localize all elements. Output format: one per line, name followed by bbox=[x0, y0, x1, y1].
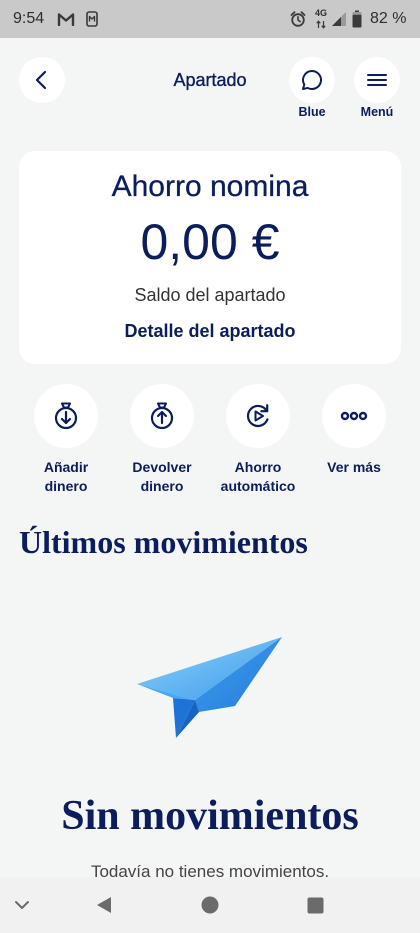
return-money-circle[interactable] bbox=[130, 384, 194, 448]
more-dots-icon bbox=[340, 411, 368, 421]
savings-detail-link[interactable]: Detalle del apartado bbox=[124, 320, 295, 342]
chevron-down-icon bbox=[15, 901, 29, 909]
return-money-label: Devolver dinero bbox=[132, 459, 192, 494]
menu-button[interactable]: Menú bbox=[347, 57, 407, 121]
auto-saving-circle[interactable] bbox=[226, 384, 290, 448]
empty-state-title: Sin movimientos bbox=[61, 793, 359, 839]
signal-icon bbox=[332, 12, 346, 26]
chat-button[interactable]: Blue bbox=[282, 57, 342, 121]
add-money-icon bbox=[54, 402, 78, 430]
alarm-icon bbox=[290, 11, 306, 27]
savings-balance-label: Saldo del apartado bbox=[134, 285, 286, 305]
auto-saving-icon bbox=[246, 404, 269, 428]
return-money-button[interactable]: Devolver dinero bbox=[114, 384, 210, 504]
add-money-button[interactable]: Añadir dinero bbox=[18, 384, 114, 504]
app-notification-icon bbox=[86, 11, 98, 27]
home-icon bbox=[201, 896, 219, 914]
gmail-icon bbox=[57, 13, 75, 26]
system-nav-bar bbox=[0, 877, 420, 933]
hide-keyboard-button[interactable] bbox=[0, 877, 46, 933]
menu-button-circle[interactable] bbox=[354, 57, 400, 103]
system-home-button[interactable] bbox=[186, 877, 234, 933]
app-screen: 9:54 4G 82 % Apartado Blue Menú Ahorro n… bbox=[0, 0, 420, 933]
return-money-icon bbox=[150, 402, 174, 430]
status-time: 9:54 bbox=[13, 10, 45, 27]
paper-plane-illustration bbox=[137, 637, 282, 738]
status-bar: 9:54 4G 82 % bbox=[0, 0, 420, 38]
recents-icon bbox=[307, 897, 323, 913]
add-money-label: Añadir dinero bbox=[43, 459, 89, 494]
system-recents-button[interactable] bbox=[291, 877, 339, 933]
system-back-button[interactable] bbox=[80, 877, 128, 933]
savings-name: Ahorro nomina bbox=[111, 170, 309, 203]
battery-percentage: 82 % bbox=[370, 10, 407, 27]
savings-card: Ahorro nomina 0,00 € Saldo del apartado … bbox=[19, 151, 401, 364]
hamburger-menu-icon bbox=[367, 74, 387, 86]
chat-bubble-icon bbox=[302, 69, 323, 90]
battery-icon bbox=[352, 10, 362, 28]
add-money-circle[interactable] bbox=[34, 384, 98, 448]
back-icon bbox=[97, 897, 111, 913]
menu-button-label: Menú bbox=[360, 105, 394, 119]
more-options-circle[interactable] bbox=[322, 384, 386, 448]
more-options-button[interactable]: Ver más bbox=[306, 384, 402, 504]
auto-saving-label: Ahorro automático bbox=[220, 459, 296, 494]
page-title: Apartado bbox=[173, 70, 247, 90]
chat-button-circle[interactable] bbox=[289, 57, 335, 103]
chat-button-label: Blue bbox=[298, 105, 326, 119]
auto-saving-button[interactable]: Ahorro automático bbox=[210, 384, 306, 504]
chevron-left-icon bbox=[35, 70, 47, 90]
savings-balance: 0,00 € bbox=[140, 214, 280, 270]
savings-actions: Añadir dinero Devolver dinero Ahorro aut… bbox=[18, 384, 402, 504]
network-arrows-icon bbox=[316, 20, 326, 29]
more-options-label: Ver más bbox=[327, 459, 381, 475]
movements-heading: Últimos movimientos bbox=[19, 524, 308, 560]
network-type: 4G bbox=[315, 8, 328, 18]
back-button[interactable] bbox=[19, 57, 65, 103]
